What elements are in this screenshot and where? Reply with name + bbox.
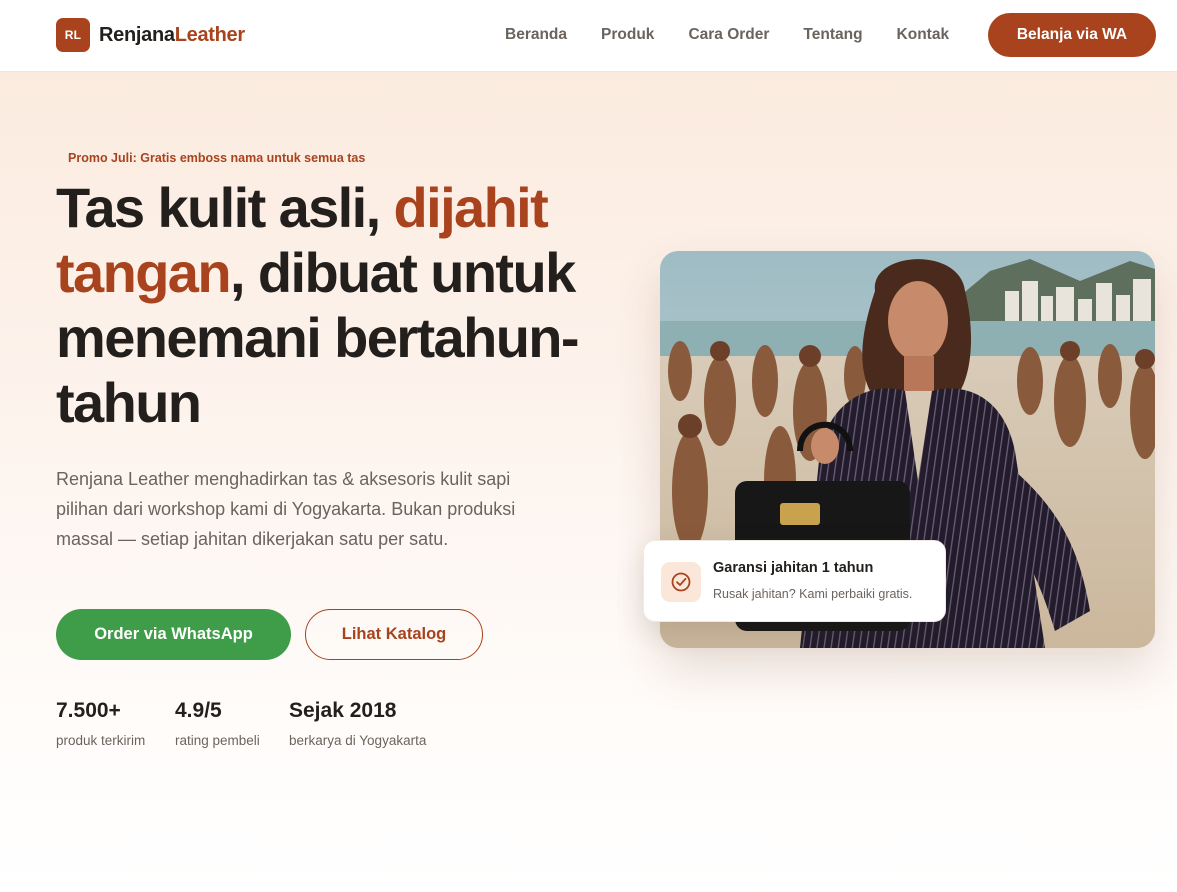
shop-via-wa-button[interactable]: Belanja via WA bbox=[988, 13, 1156, 57]
promo-label: Promo Juli: Gratis emboss nama untuk sem… bbox=[68, 151, 366, 165]
guarantee-title: Garansi jahitan 1 tahun bbox=[713, 560, 874, 576]
hero-description: Renjana Leather menghadirkan tas & akses… bbox=[56, 469, 516, 549]
stat-value: 7.500+ bbox=[56, 699, 121, 722]
brand-name: RenjanaLeather bbox=[99, 24, 245, 47]
brand-name-part2: Leather bbox=[174, 23, 245, 46]
stat-label: rating pembeli bbox=[175, 733, 260, 748]
headline-part1: Tas kulit asli, bbox=[56, 176, 394, 239]
main-nav: Beranda Produk Cara Order Tentang Kontak bbox=[505, 24, 983, 46]
stat-label: berkarya di Yogyakarta bbox=[289, 733, 427, 748]
logo-badge: RL bbox=[56, 18, 90, 52]
nav-link-produk[interactable]: Produk bbox=[601, 24, 654, 46]
nav-link-cara-order[interactable]: Cara Order bbox=[688, 24, 769, 46]
order-whatsapp-button[interactable]: Order via WhatsApp bbox=[56, 609, 291, 660]
nav-link-kontak[interactable]: Kontak bbox=[897, 24, 950, 46]
guarantee-text: Rusak jahitan? Kami perbaiki gratis. bbox=[713, 587, 913, 601]
nav-link-tentang[interactable]: Tentang bbox=[803, 24, 862, 46]
brand-name-part1: Renjana bbox=[99, 23, 175, 46]
brand-logo[interactable]: RL RenjanaLeather bbox=[56, 18, 245, 52]
stat-since: Sejak 2018 berkarya di Yogyakarta bbox=[289, 698, 426, 748]
stat-products-shipped: 7.500+ produk terkirim bbox=[56, 698, 145, 748]
stat-value: 4.9/5 bbox=[175, 699, 222, 722]
view-catalog-button[interactable]: Lihat Katalog bbox=[305, 609, 483, 660]
guarantee-card: Garansi jahitan 1 tahun Rusak jahitan? K… bbox=[643, 540, 946, 622]
stat-rating: 4.9/5 rating pembeli bbox=[175, 698, 260, 748]
site-header: RL RenjanaLeather Beranda Produk Cara Or… bbox=[0, 0, 1177, 72]
nav-link-beranda[interactable]: Beranda bbox=[505, 24, 567, 46]
check-circle-icon bbox=[661, 562, 701, 602]
hero-headline: Tas kulit asli, dijahit tangan, dibuat u… bbox=[56, 175, 626, 435]
hero-section: Promo Juli: Gratis emboss nama untuk sem… bbox=[0, 72, 1177, 892]
stat-label: produk terkirim bbox=[56, 733, 146, 748]
stat-value: Sejak 2018 bbox=[289, 699, 397, 722]
